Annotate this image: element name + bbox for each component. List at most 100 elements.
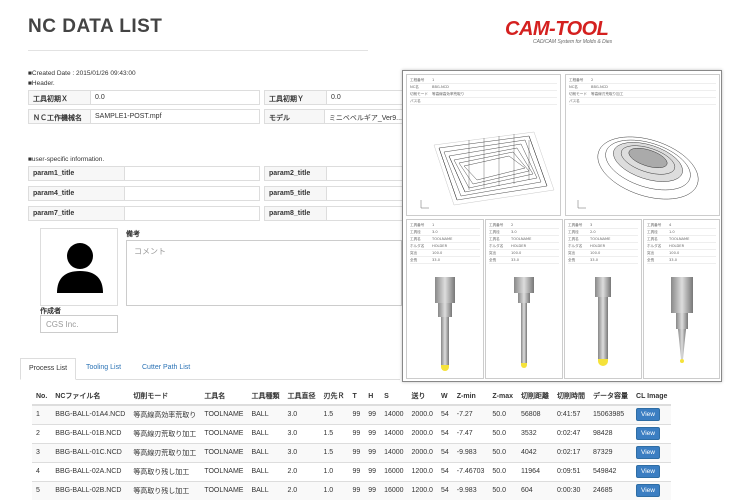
table-cell: 99 xyxy=(364,461,381,481)
tab-process-list[interactable]: Process List xyxy=(20,358,77,380)
table-cell: BALL xyxy=(247,480,284,500)
preview-info-row: 全長 33.0 xyxy=(647,257,716,264)
table-cell: 99 xyxy=(348,442,365,462)
table-cell: BALL xyxy=(247,442,284,462)
tab-tooling-list[interactable]: Tooling List xyxy=(78,358,129,380)
preview-info-value: TOOLNAME xyxy=(590,237,611,241)
process-table: No. NCファイル名 切削モード 工具名 工具種類 工具直径 刃先Ｒ T H … xyxy=(32,388,672,500)
table-cell: 549842 xyxy=(589,461,633,481)
author-field[interactable]: CGS Inc. xyxy=(40,315,118,333)
preview-info-key: 工具番号 xyxy=(568,223,583,227)
preview-info-key: 工具番号 xyxy=(489,223,504,227)
table-cell: 0:02:17 xyxy=(553,442,590,462)
table-cell: 3532 xyxy=(517,423,554,443)
field-key: ＮＣ工作機械名 xyxy=(29,110,91,123)
preview-info-value: 33.0 xyxy=(432,258,441,262)
tool-image-4 xyxy=(671,277,693,363)
tool-image-3 xyxy=(595,277,611,366)
table-cell: 54 xyxy=(436,404,453,424)
preview-info-row: 切削モード 等高線刃荒取り加工 xyxy=(569,91,716,98)
col-cut-mode: 切削モード xyxy=(129,388,201,406)
cam-tool-logo: CAM-TOOL CAD/CAM System for Molds & Dies xyxy=(505,18,645,45)
preview-info-row: 工具名 TOOLNAME xyxy=(410,236,480,243)
preview-info-value: 2.0 xyxy=(590,230,596,234)
col-nc-file: NCファイル名 xyxy=(51,388,130,406)
remarks-textarea[interactable]: コメント xyxy=(126,240,402,306)
view-cl-image-button[interactable]: View xyxy=(636,465,660,478)
tool-image-1 xyxy=(435,277,455,371)
table-cell: 54 xyxy=(436,480,453,500)
toolpath-preview-2 xyxy=(577,136,699,209)
field-value: 0.0 xyxy=(331,94,341,101)
table-cell: 14000 xyxy=(380,442,408,462)
view-cl-image-button[interactable]: View xyxy=(636,484,660,498)
field-key: 工具初期Ｙ xyxy=(265,91,327,104)
preview-info-row: 工程番号 2 xyxy=(569,77,716,84)
table-cell: 3 xyxy=(32,442,52,462)
table-cell: 2000.0 xyxy=(407,423,437,443)
preview-info-row: 工具番号 3 xyxy=(568,222,638,229)
remarks-label: 備考 xyxy=(126,231,140,238)
preview-info-row: 切削モード 等高線高効率荒取り xyxy=(410,91,557,98)
tab-cutter-path-list[interactable]: Cutter Path List xyxy=(134,358,198,380)
param-field: param7_title xyxy=(28,206,260,221)
table-cell: -7.27 xyxy=(452,404,489,424)
view-cl-image-button[interactable]: View xyxy=(636,446,660,459)
table-cell: 1 xyxy=(32,404,52,424)
table-cell: TOOLNAME xyxy=(200,480,248,500)
preview-info-row: パス名 xyxy=(410,98,557,105)
cl-image-preview-window[interactable]: 工程番号 1 NC名 BBG-NCD 切削モード 等高線高効率荒取り パス名 工程番号 2 NC… xyxy=(402,70,722,382)
header-field-model: モデル ミニベベルギア_Ver9... xyxy=(264,109,404,124)
table-row: 1 BBG-BALL-01A4.NCD 等高線高効率荒取り TOOLNAME BALL 3… xyxy=(32,404,672,424)
preview-info-value: HOLDER xyxy=(590,244,606,248)
preview-info-row: 工具番号 4 xyxy=(647,222,716,229)
preview-info-value: 1.0 xyxy=(669,230,675,234)
param-field: param2_title xyxy=(264,166,404,181)
table-cell: 1.0 xyxy=(319,480,349,500)
preview-info-row: 工具径 1.0 xyxy=(647,229,716,236)
table-cell: -9.983 xyxy=(452,442,489,462)
preview-info-row: 工具径 3.0 xyxy=(489,229,559,236)
table-cell: View xyxy=(632,480,672,500)
tool-pane-3: 工具番号 3 工具径 2.0 工具名 TOOLNAME ホルダ名 HOLDER 突出 100.0 全… xyxy=(564,219,642,379)
preview-info-key: 切削モード xyxy=(569,92,587,96)
preview-info-row: 工具径 2.0 xyxy=(568,229,638,236)
preview-info-key: 工具名 xyxy=(489,237,500,241)
preview-info-value: 等高線刃荒取り加工 xyxy=(591,92,624,96)
param-field: param8_title xyxy=(264,206,404,221)
view-cl-image-button[interactable]: View xyxy=(636,408,660,422)
preview-info-row: 工程番号 1 xyxy=(410,77,557,84)
preview-info-value: 100.0 xyxy=(669,251,680,255)
table-cell: 2000.0 xyxy=(407,442,437,462)
preview-info-key: 工具名 xyxy=(647,237,658,241)
preview-info-key: 工具径 xyxy=(489,230,500,234)
table-cell: 3.0 xyxy=(283,404,320,424)
table-cell: BBG-BALL-02A.NCD xyxy=(51,461,130,481)
author-avatar xyxy=(40,228,118,306)
table-cell: 2000.0 xyxy=(407,404,437,424)
preview-info-value: 1 xyxy=(432,223,435,227)
table-cell: 99 xyxy=(364,480,381,500)
table-cell: BBG-BALL-01B.NCD xyxy=(51,423,130,443)
col-w: W xyxy=(436,388,453,406)
table-cell: 等高取り残し加工 xyxy=(129,480,201,500)
table-cell: 2.0 xyxy=(283,480,320,500)
table-cell: 56808 xyxy=(517,404,554,424)
preview-info-key: 突出 xyxy=(489,251,497,255)
preview-info-row: 突出 100.0 xyxy=(647,250,716,257)
preview-info-row: 工具番号 1 xyxy=(410,222,480,229)
preview-info-key: 切削モード xyxy=(410,92,428,96)
preview-info-row: 突出 100.0 xyxy=(489,250,559,257)
table-cell: 3.0 xyxy=(283,423,320,443)
view-cl-image-button[interactable]: View xyxy=(636,427,660,440)
table-cell: 等高線刃荒取り加工 xyxy=(129,442,201,462)
table-cell: 15063985 xyxy=(589,404,633,424)
table-cell: 0:09:51 xyxy=(553,461,590,481)
header-section-label: ■Header. xyxy=(28,80,55,87)
preview-info-row: NC名 BBG-NCD xyxy=(569,84,716,91)
table-cell: 54 xyxy=(436,442,453,462)
table-cell: 0:02:47 xyxy=(553,423,590,443)
preview-info-value: 1 xyxy=(432,78,435,82)
field-value: ミニベベルギア_Ver9... xyxy=(328,115,402,122)
table-cell: 99 xyxy=(348,423,365,443)
